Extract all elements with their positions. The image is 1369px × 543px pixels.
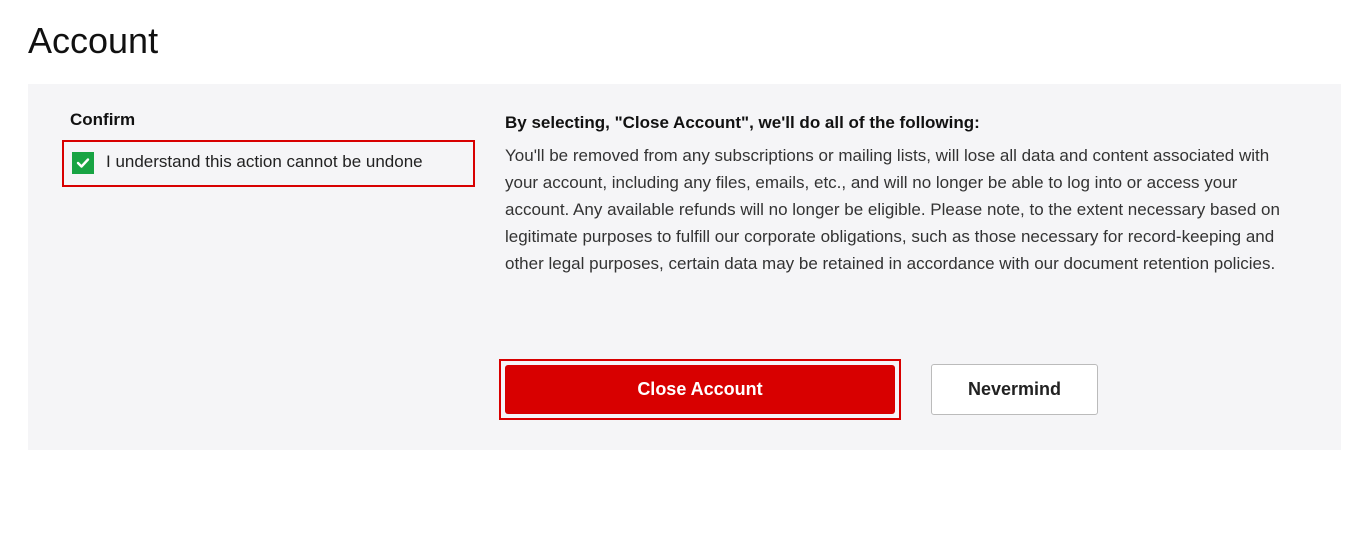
close-account-button[interactable]: Close Account bbox=[505, 365, 895, 414]
confirm-checkbox-row: I understand this action cannot be undon… bbox=[72, 150, 465, 175]
checkmark-icon bbox=[76, 156, 90, 170]
close-account-highlight-box: Close Account bbox=[499, 359, 901, 420]
info-body-text: You'll be removed from any subscriptions… bbox=[505, 142, 1285, 278]
info-column: By selecting, "Close Account", we'll do … bbox=[505, 110, 1285, 420]
account-close-panel: Confirm I understand this action cannot … bbox=[28, 84, 1341, 450]
confirm-highlight-box: I understand this action cannot be undon… bbox=[62, 140, 475, 187]
nevermind-button[interactable]: Nevermind bbox=[931, 364, 1098, 415]
page-title: Account bbox=[28, 20, 1341, 62]
info-heading: By selecting, "Close Account", we'll do … bbox=[505, 110, 1285, 136]
confirm-checkbox[interactable] bbox=[72, 152, 94, 174]
confirm-column: Confirm I understand this action cannot … bbox=[70, 110, 475, 420]
actions-row: Close Account Nevermind bbox=[505, 359, 1285, 420]
confirm-heading: Confirm bbox=[70, 110, 475, 130]
confirm-checkbox-label: I understand this action cannot be undon… bbox=[106, 150, 423, 175]
